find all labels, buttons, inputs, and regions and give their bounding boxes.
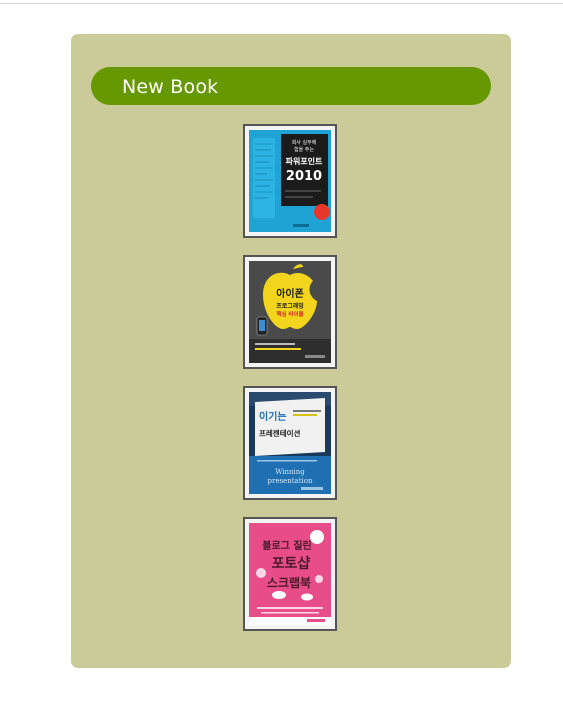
book-item-winning-presentation[interactable]: 이기는 프레젠테이션 Winning presentation (243, 386, 337, 500)
book-item-powerpoint-2010[interactable]: 회사 실무에 힘을 주는 파워포인트 2010 (243, 124, 337, 238)
book-cover-image: 이기는 프레젠테이션 Winning presentation (249, 392, 331, 494)
screen-board (255, 398, 325, 456)
cover-text-line: 핵심 바이블 (276, 310, 303, 318)
cover-title: 이기는 (259, 410, 287, 423)
cover-title: 블로그 질린 (262, 539, 311, 552)
book-item-iphone-programming[interactable]: 아이폰 프로그래밍 핵심 바이블 (243, 255, 337, 369)
cover-title: 2010 (286, 169, 322, 184)
top-divider (0, 3, 563, 4)
cover-text-line: 프로그래밍 (276, 302, 304, 310)
badge-icon (314, 204, 330, 220)
section-header: New Book (91, 67, 491, 105)
new-book-panel: New Book 회사 실무에 힘을 주는 파워포인트 2010 아이폰 프로그… (71, 34, 511, 668)
book-item-photoshop-scrapbook[interactable]: 블로그 질린 포토샵 스크랩북 (243, 517, 337, 631)
cover-text-line: 힘을 주는 (294, 146, 314, 153)
section-title: New Book (122, 76, 219, 98)
cover-title: 파워포인트 (286, 156, 323, 166)
speech-bubble-icon (310, 530, 324, 544)
cover-subtitle: Winning (275, 468, 305, 476)
cover-title: 포토샵 (272, 556, 311, 572)
cover-text-line: 회사 실무에 (292, 139, 317, 146)
book-cover-image: 아이폰 프로그래밍 핵심 바이블 (249, 261, 331, 363)
book-cover-image: 회사 실무에 힘을 주는 파워포인트 2010 (249, 130, 331, 232)
cover-title: 프레젠테이션 (259, 428, 300, 438)
book-cover-image: 블로그 질린 포토샵 스크랩북 (249, 523, 331, 625)
cover-subtitle: presentation (268, 477, 313, 485)
cover-title: 스크랩북 (267, 576, 311, 590)
cover-title: 아이폰 (276, 287, 304, 300)
